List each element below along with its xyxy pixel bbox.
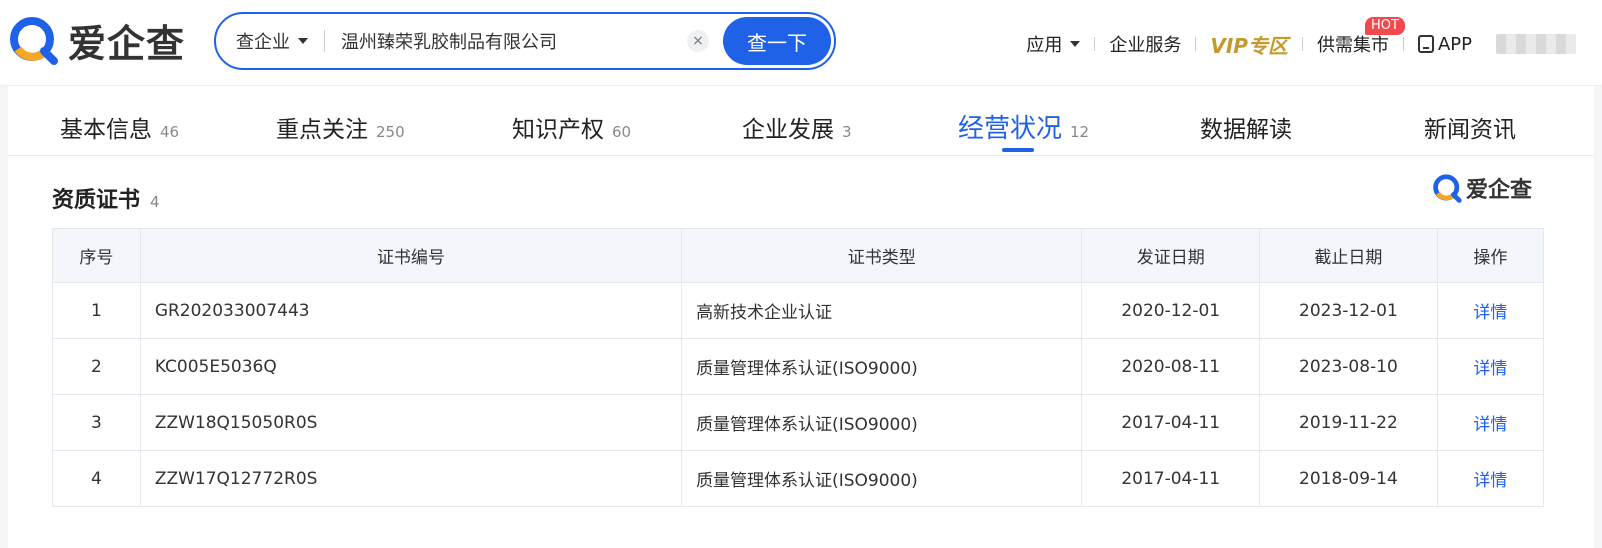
details-link[interactable]: 详情 bbox=[1473, 359, 1507, 379]
column-header: 证书类型 bbox=[681, 228, 1083, 283]
magnifier-logo-icon bbox=[1433, 174, 1462, 203]
nav-divider bbox=[1301, 37, 1303, 51]
row-index: 4 bbox=[52, 450, 141, 507]
tab-label: 经营状况 bbox=[958, 114, 1063, 144]
tab-count: 250 bbox=[376, 123, 405, 141]
nav-supply-market[interactable]: 供需集市 HOT bbox=[1317, 17, 1405, 57]
tab-enterprise-development[interactable]: 企业发展 3 bbox=[742, 110, 852, 150]
details-link[interactable]: 详情 bbox=[1473, 471, 1507, 491]
expiry-date: 2023-12-01 bbox=[1259, 282, 1438, 339]
tab-label: 新闻资讯 bbox=[1424, 117, 1516, 143]
search-button[interactable]: 查一下 bbox=[723, 17, 831, 65]
active-tab-indicator bbox=[1002, 148, 1034, 152]
caret-down-icon bbox=[1070, 41, 1081, 47]
tab-label: 知识产权 bbox=[512, 117, 604, 143]
table-row: 1 GR202033007443 高新技术企业认证 2020-12-01 202… bbox=[52, 282, 1545, 339]
brand-name: 爱企查 bbox=[68, 21, 186, 66]
brand-logo[interactable]: 爱企查 bbox=[8, 12, 185, 68]
section-title-text: 资质证书 bbox=[52, 188, 141, 213]
issue-date: 2017-04-11 bbox=[1081, 450, 1261, 507]
details-link[interactable]: 详情 bbox=[1473, 415, 1507, 435]
clear-icon[interactable]: × bbox=[687, 30, 709, 52]
table-header-row: 序号 证书编号 证书类型 发证日期 截止日期 操作 bbox=[52, 228, 1545, 283]
certificate-number: GR202033007443 bbox=[139, 282, 683, 339]
search-input[interactable] bbox=[341, 30, 687, 52]
search-divider bbox=[324, 30, 325, 52]
expiry-date: 2018-09-14 bbox=[1259, 450, 1438, 507]
issue-date: 2017-04-11 bbox=[1081, 394, 1261, 451]
search-bar: 查企业 × 查一下 bbox=[214, 12, 836, 70]
nav-apps-label: 应用 bbox=[1026, 35, 1063, 56]
nav-divider bbox=[1402, 37, 1404, 51]
search-type-dropdown[interactable]: 查企业 bbox=[216, 14, 308, 68]
tab-label: 重点关注 bbox=[276, 117, 368, 143]
nav-app-download-label: APP bbox=[1437, 33, 1472, 55]
nav-vip-label: VIP专区 bbox=[1210, 33, 1288, 58]
hot-badge: HOT bbox=[1364, 17, 1405, 35]
tablet-icon bbox=[1417, 35, 1434, 53]
caret-down-icon bbox=[298, 38, 308, 44]
tab-key-focus[interactable]: 重点关注 250 bbox=[276, 110, 405, 150]
certificate-number: KC005E5036Q bbox=[139, 338, 683, 395]
certificate-type: 质量管理体系认证(ISO9000) bbox=[681, 450, 1083, 507]
nav-vip-zone[interactable]: VIP专区 bbox=[1210, 30, 1288, 59]
row-index: 2 bbox=[52, 338, 141, 395]
watermark-logo: 爱企查 bbox=[1432, 172, 1532, 204]
tab-count: 46 bbox=[160, 123, 180, 141]
nav-app-download[interactable]: APP bbox=[1417, 33, 1472, 55]
certificates-table: 序号 证书编号 证书类型 发证日期 截止日期 操作 1 GR2020330074… bbox=[52, 228, 1545, 507]
certificate-number: ZZW17Q12772R0S bbox=[139, 450, 683, 507]
column-header: 证书编号 bbox=[139, 228, 683, 283]
table-row: 4 ZZW17Q12772R0S 质量管理体系认证(ISO9000) 2017-… bbox=[52, 450, 1545, 507]
nav-enterprise-service[interactable]: 企业服务 bbox=[1109, 31, 1181, 57]
issue-date: 2020-12-01 bbox=[1081, 282, 1261, 339]
tab-count: 3 bbox=[842, 123, 852, 141]
nav-divider bbox=[1195, 37, 1197, 51]
certificate-number: ZZW18Q15050R0S bbox=[139, 394, 683, 451]
certificate-type: 高新技术企业认证 bbox=[681, 282, 1083, 339]
column-header: 发证日期 bbox=[1081, 228, 1261, 283]
certificate-type: 质量管理体系认证(ISO9000) bbox=[681, 338, 1083, 395]
expiry-date: 2019-11-22 bbox=[1259, 394, 1438, 451]
section-title: 资质证书 4 bbox=[52, 182, 160, 214]
nav-enterprise-service-label: 企业服务 bbox=[1109, 35, 1182, 56]
row-index: 3 bbox=[52, 394, 141, 451]
issue-date: 2020-08-11 bbox=[1081, 338, 1261, 395]
top-nav: 应用 企业服务 VIP专区 供需集市 HOT APP bbox=[1026, 17, 1576, 62]
expiry-date: 2023-08-10 bbox=[1259, 338, 1438, 395]
table-row: 3 ZZW18Q15050R0S 质量管理体系认证(ISO9000) 2017-… bbox=[52, 394, 1545, 451]
tab-data-interpretation[interactable]: 数据解读 bbox=[1200, 110, 1292, 150]
top-header: 爱企查 查企业 × 查一下 应用 企业服务 VIP专区 供需集市 HOT bbox=[0, 0, 1602, 86]
tab-business-status[interactable]: 经营状况 12 bbox=[958, 108, 1089, 148]
section-count: 4 bbox=[150, 193, 160, 211]
details-link[interactable]: 详情 bbox=[1473, 303, 1507, 323]
tab-news[interactable]: 新闻资讯 bbox=[1424, 110, 1516, 150]
section-tabs: 基本信息 46 重点关注 250 知识产权 60 企业发展 3 经营状况 12 … bbox=[8, 86, 1594, 156]
column-header: 截止日期 bbox=[1259, 228, 1438, 283]
tab-intellectual-property[interactable]: 知识产权 60 bbox=[512, 110, 631, 150]
tab-count: 60 bbox=[612, 123, 632, 141]
tab-basic-info[interactable]: 基本信息 46 bbox=[60, 110, 179, 150]
tab-label: 基本信息 bbox=[60, 117, 152, 143]
column-header: 序号 bbox=[52, 228, 141, 283]
certificate-type: 质量管理体系认证(ISO9000) bbox=[681, 394, 1083, 451]
table-row: 2 KC005E5036Q 质量管理体系认证(ISO9000) 2020-08-… bbox=[52, 338, 1545, 395]
user-avatar[interactable] bbox=[1496, 34, 1576, 54]
magnifier-logo-icon bbox=[10, 17, 58, 65]
tab-label: 数据解读 bbox=[1200, 117, 1292, 143]
column-header: 操作 bbox=[1436, 228, 1545, 283]
search-type-label: 查企业 bbox=[236, 32, 290, 53]
watermark-text: 爱企查 bbox=[1465, 178, 1532, 203]
nav-divider bbox=[1094, 37, 1096, 51]
tab-count: 12 bbox=[1070, 123, 1090, 141]
tab-label: 企业发展 bbox=[742, 117, 834, 143]
nav-apps[interactable]: 应用 bbox=[1026, 31, 1081, 57]
certificates-panel: 资质证书 4 爱企查 序号 证书编号 证书类型 发证日期 截止日期 操作 1 G… bbox=[8, 156, 1594, 548]
row-index: 1 bbox=[52, 282, 141, 339]
